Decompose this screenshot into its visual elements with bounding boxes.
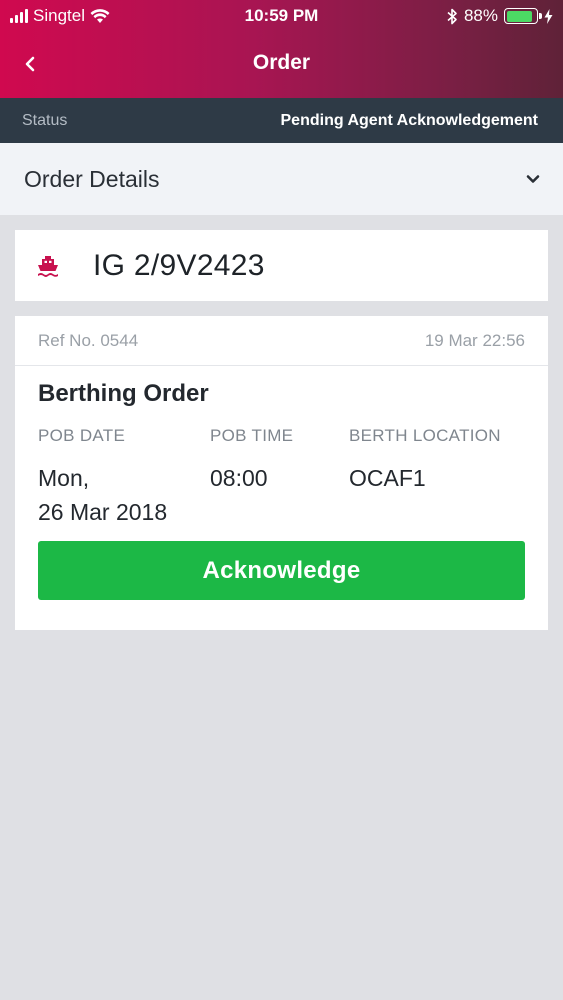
- acknowledge-button[interactable]: Acknowledge: [38, 541, 525, 600]
- ref-number: Ref No. 0544: [38, 330, 139, 350]
- vessel-name: IG 2/9V2423: [93, 248, 265, 282]
- order-card-header: Ref No. 0544 19 Mar 22:56: [15, 316, 548, 366]
- pob-date-value: Mon, 26 Mar 2018: [38, 461, 167, 529]
- vessel-card: IG 2/9V2423: [15, 230, 548, 301]
- berth-location-label: BERTH LOCATION: [349, 426, 501, 445]
- bluetooth-icon: [447, 8, 457, 24]
- charging-icon: [544, 8, 553, 24]
- battery-icon: [504, 8, 542, 24]
- pob-time-label: POB TIME: [210, 426, 294, 445]
- app-header: Singtel 10:59 PM 88% Order: [0, 0, 563, 98]
- berth-location-value: OCAF1: [349, 465, 426, 491]
- pob-time-value: 08:00: [210, 465, 268, 491]
- order-card: Ref No. 0544 19 Mar 22:56 Berthing Order…: [15, 316, 548, 630]
- battery-info: 88%: [447, 6, 553, 26]
- order-timestamp: 19 Mar 22:56: [424, 330, 525, 350]
- nav-bar: Order: [0, 36, 563, 92]
- chevron-down-icon: [526, 175, 540, 183]
- order-type-title: Berthing Order: [38, 380, 209, 407]
- battery-fill: [506, 10, 533, 22]
- page-title: Order: [252, 51, 311, 74]
- status-value: Pending Agent Acknowledgement: [280, 111, 539, 129]
- status-row: Status Pending Agent Acknowledgement: [0, 98, 563, 143]
- status-label: Status: [22, 111, 68, 129]
- ios-status-bar: Singtel 10:59 PM 88%: [0, 0, 563, 34]
- pob-date-day: Mon,: [38, 465, 90, 491]
- order-details-title: Order Details: [24, 165, 160, 192]
- battery-percent: 88%: [463, 6, 498, 25]
- pob-date-column: POB DATE Mon, 26 Mar 2018: [38, 426, 167, 529]
- berth-location-column: BERTH LOCATION OCAF1: [349, 426, 501, 495]
- pob-date-date: 26 Mar 2018: [38, 499, 168, 525]
- pob-time-column: POB TIME 08:00: [210, 426, 293, 495]
- pob-date-label: POB DATE: [38, 426, 126, 445]
- ship-icon: [38, 255, 58, 277]
- order-details-toggle[interactable]: Order Details: [0, 143, 563, 215]
